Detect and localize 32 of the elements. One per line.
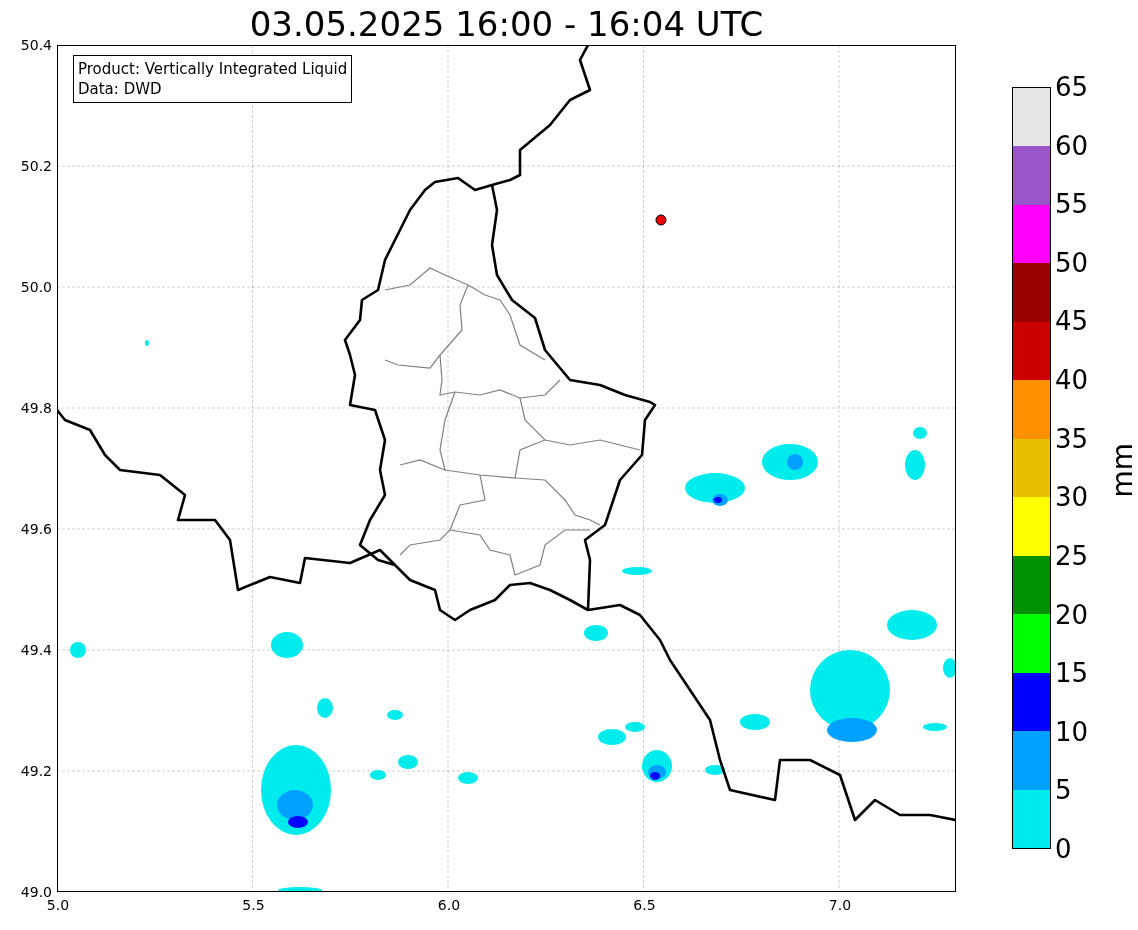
colorbar-tick-label: 60 (1055, 130, 1089, 161)
y-axis-tick-label: 49.6 (19, 521, 52, 537)
info-text: Product: Vertically Integrated Liquid (78, 59, 348, 79)
x-axis-tick-label: 5.0 (45, 897, 71, 913)
colorbar-tick-label: 10 (1055, 716, 1089, 747)
y-axis-tick-label: 49.4 (19, 642, 52, 658)
x-axis-tick-label: 7.0 (827, 897, 853, 913)
x-axis-tick-label: 6.5 (632, 897, 657, 913)
y-axis-tick-label: 49.8 (19, 400, 52, 416)
colorbar-tick-label: 20 (1055, 599, 1089, 630)
colorbar-tick-label: 65 (1055, 72, 1089, 102)
colorbar-tick-label: 30 (1055, 482, 1089, 513)
x-axis-tick-label: 5.5 (241, 897, 266, 913)
colorbar-tick-label: 5 (1055, 775, 1072, 806)
y-axis-tick-label: 50.4 (19, 37, 52, 53)
x-axis-tick-label: 6.0 (436, 897, 462, 913)
colorbar-tick-label: 15 (1055, 658, 1089, 689)
location-marker (655, 214, 667, 226)
figure-title: 03.05.2025 16:00 - 16:04 UTC (248, 3, 765, 45)
colorbar-tick-label: 35 (1055, 423, 1089, 454)
colorbar-tick-label: 55 (1055, 189, 1089, 220)
y-axis-tick-label: 49.2 (19, 763, 52, 779)
y-axis-tick-label: 50.0 (19, 279, 52, 295)
y-axis-tick-label: 49.0 (19, 884, 52, 900)
colorbar-tick-label: 45 (1055, 306, 1089, 337)
colorbar-tick-label: 25 (1055, 540, 1089, 571)
colorbar-tick-label: 40 (1055, 365, 1089, 396)
y-axis-tick-label: 50.2 (19, 158, 52, 174)
colorbar-label: mm (1107, 443, 1138, 498)
info-text: Data: DWD (78, 79, 163, 99)
colorbar-tick-label: 0 (1055, 834, 1072, 864)
colorbar-tick-label: 50 (1055, 247, 1089, 278)
